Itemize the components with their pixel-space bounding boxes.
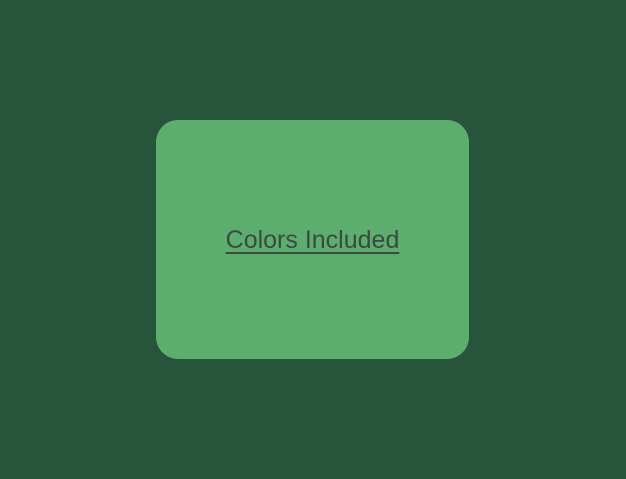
colors-included-link[interactable]: Colors Included xyxy=(226,227,400,253)
colors-card: Colors Included xyxy=(156,120,469,359)
page-background: { "card": { "link_text": "Colors Include… xyxy=(0,0,626,479)
